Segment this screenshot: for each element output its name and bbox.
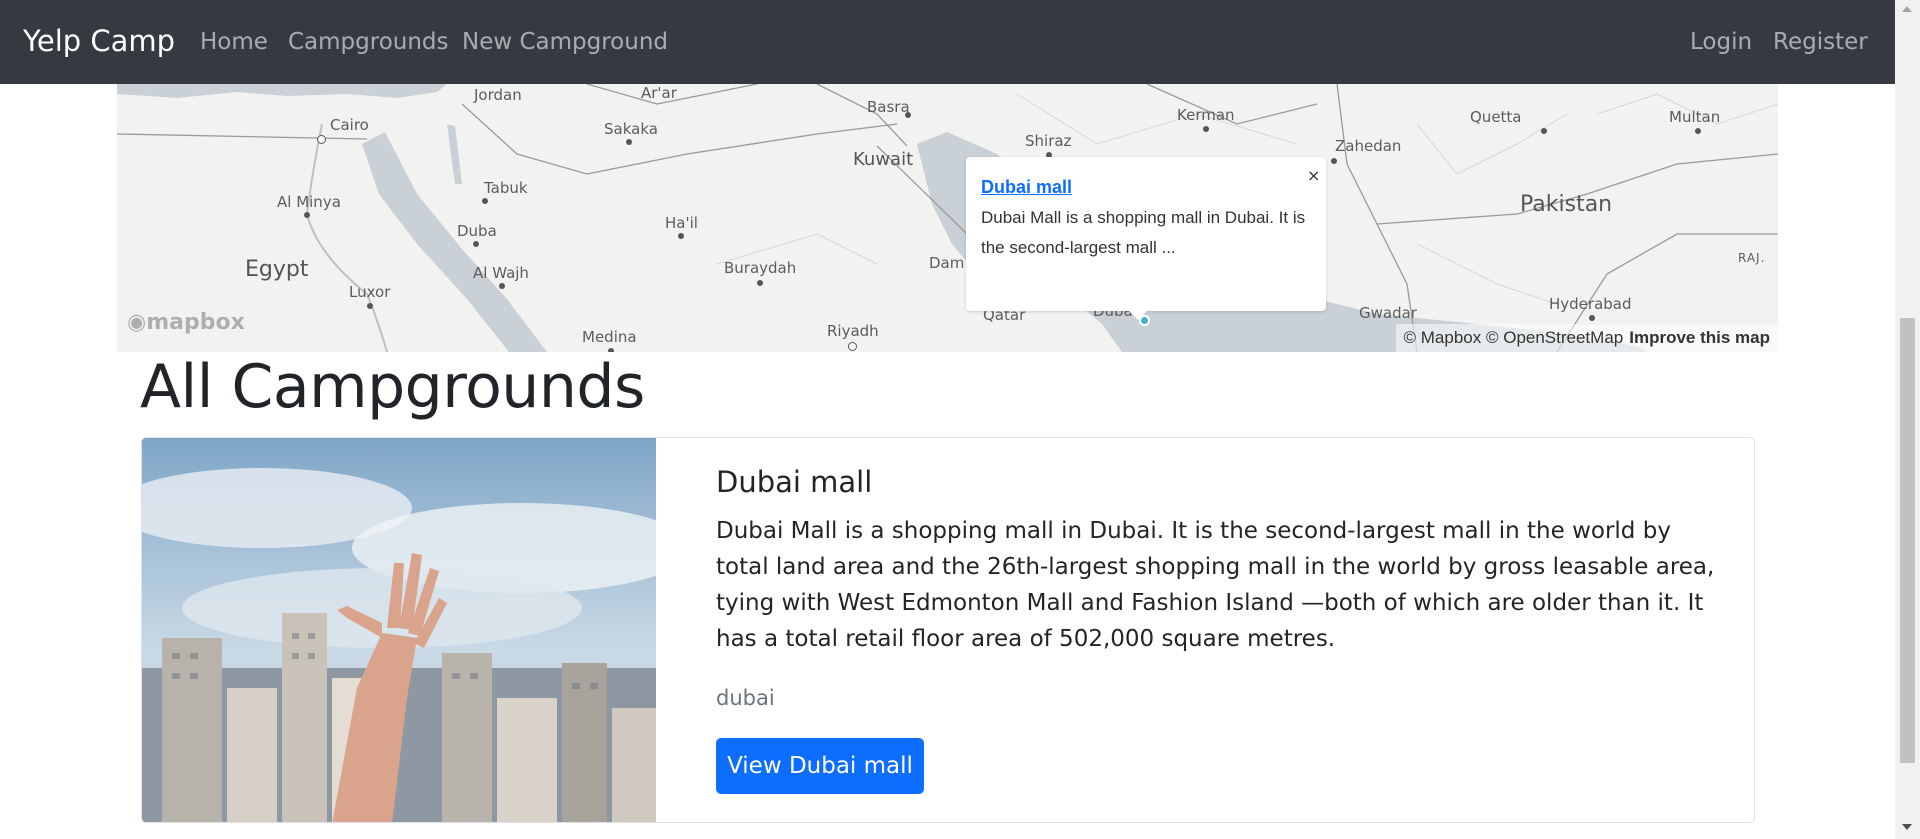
navbar: Yelp Camp Home Campgrounds New Campgroun… <box>0 0 1895 84</box>
map-label-zahedan: Zahedan <box>1335 137 1402 155</box>
map-popup: × Dubai mall Dubai Mall is a shopping ma… <box>966 157 1326 311</box>
map-label-buraydah: Buraydah <box>724 259 797 277</box>
map-label-quetta: Quetta <box>1470 108 1522 126</box>
map-label-dammam: Dam <box>929 254 965 272</box>
map-label-multan: Multan <box>1669 108 1721 126</box>
nav-link-login[interactable]: Login <box>1690 29 1752 55</box>
map-label-basra: Basra <box>867 98 910 116</box>
capital-marker <box>848 342 857 351</box>
map-label-hail: Ha'il <box>665 214 698 232</box>
city-dot <box>499 283 505 289</box>
map-attribution: © Mapbox © OpenStreetMap Improve this map <box>1395 324 1778 352</box>
city-dot <box>1203 126 1209 132</box>
map-label-duba: Duba <box>457 222 497 240</box>
map-label-al-wajh: Al Wajh <box>473 264 529 282</box>
map-label-al-minya: Al Minya <box>277 193 341 211</box>
city-dot <box>367 303 373 309</box>
cluster-map[interactable]: Jordan Cairo Ar'ar Basra Sakaka Shiraz K… <box>117 84 1778 352</box>
map-label-gwadar: Gwadar <box>1359 304 1417 322</box>
map-label-cairo: Cairo <box>330 116 369 134</box>
map-label-kerman: Kerman <box>1177 106 1235 124</box>
map-label-hyderabad: Hyderabad <box>1549 295 1632 313</box>
map-label-jordan: Jordan <box>474 86 522 104</box>
attribution-text[interactable]: © Mapbox © OpenStreetMap <box>1404 328 1624 347</box>
city-dot <box>1541 128 1547 134</box>
city-dot <box>1331 158 1337 164</box>
campground-card: Dubai mall Dubai Mall is a shopping mall… <box>141 437 1755 823</box>
campground-location: dubai <box>716 686 775 710</box>
scrollbar-thumb[interactable] <box>1900 318 1915 763</box>
campground-title: Dubai mall <box>716 465 873 499</box>
popup-tip <box>1128 310 1148 320</box>
map-label-arar: Ar'ar <box>641 84 677 102</box>
nav-link-home[interactable]: Home <box>200 29 268 55</box>
map-label-egypt: Egypt <box>245 257 309 282</box>
map-label-shiraz: Shiraz <box>1025 132 1072 150</box>
mapbox-logo-icon: ◉ <box>127 310 147 335</box>
city-dot <box>304 212 310 218</box>
city-hand-photo <box>142 438 656 822</box>
mapbox-logo-text: mapbox <box>146 310 245 335</box>
page-scrollbar[interactable] <box>1895 0 1920 839</box>
popup-description: Dubai Mall is a shopping mall in Dubai. … <box>981 208 1306 257</box>
scroll-down-arrow-icon[interactable] <box>1902 824 1912 830</box>
map-label-riyadh: Riyadh <box>827 322 879 340</box>
campground-description: Dubai Mall is a shopping mall in Dubai. … <box>716 518 1715 652</box>
improve-map-link[interactable]: Improve this map <box>1629 328 1770 347</box>
city-dot <box>905 112 911 118</box>
scroll-up-arrow-icon[interactable] <box>1902 6 1912 12</box>
nav-link-new-campground[interactable]: New Campground <box>462 29 668 55</box>
nav-link-campgrounds[interactable]: Campgrounds <box>288 29 449 55</box>
map-label-sakaka: Sakaka <box>604 120 658 138</box>
page-title: All Campgrounds <box>140 352 645 422</box>
popup-close-button[interactable]: × <box>1307 166 1320 185</box>
city-dot <box>1589 315 1595 321</box>
map-label-pakistan: Pakistan <box>1520 192 1613 217</box>
city-dot <box>482 198 488 204</box>
map-label-kuwait: Kuwait <box>853 149 914 170</box>
city-dot <box>1695 128 1701 134</box>
capital-marker <box>317 135 326 144</box>
city-dot <box>473 241 479 247</box>
view-campground-button[interactable]: View Dubai mall <box>716 738 924 794</box>
map-label-raj: RAJ. <box>1738 251 1766 265</box>
nav-link-register[interactable]: Register <box>1773 29 1868 55</box>
city-dot <box>626 139 632 145</box>
city-dot <box>757 280 763 286</box>
map-label-tabuk: Tabuk <box>484 179 528 197</box>
map-label-medina: Medina <box>582 328 637 346</box>
map-label-luxor: Luxor <box>349 283 391 301</box>
popup-title-link[interactable]: Dubai mall <box>981 177 1072 198</box>
mapbox-logo[interactable]: ◉mapbox <box>127 310 245 335</box>
campground-image <box>142 438 656 822</box>
city-dot <box>678 233 684 239</box>
navbar-brand[interactable]: Yelp Camp <box>23 24 175 58</box>
